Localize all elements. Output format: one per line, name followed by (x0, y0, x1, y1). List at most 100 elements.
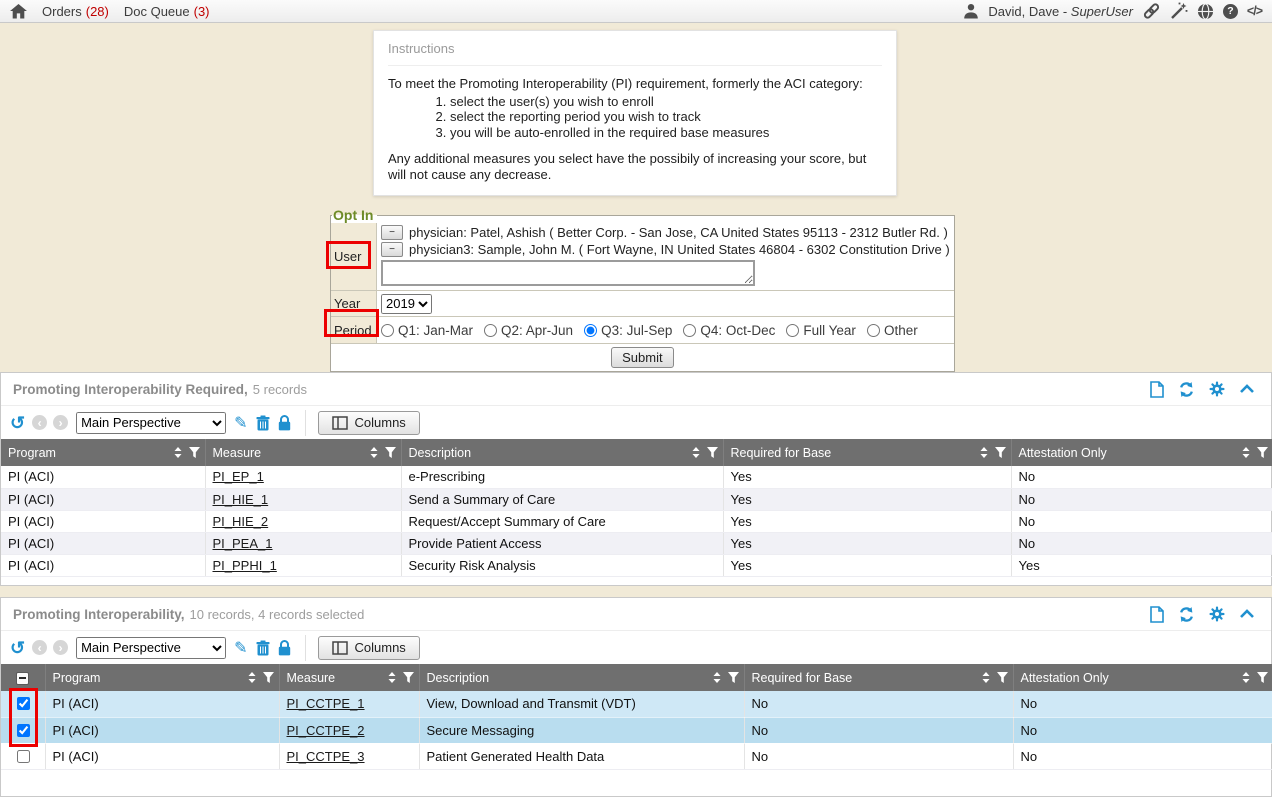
remove-user-button[interactable]: − (381, 242, 403, 257)
home-icon[interactable] (10, 4, 27, 19)
refresh-icon[interactable] (1178, 381, 1195, 398)
user-search-input[interactable] (381, 260, 755, 286)
delete-perspective-icon[interactable] (256, 415, 270, 431)
period-radio-q3[interactable] (584, 324, 597, 337)
cell-measure: PI_CCTPE_2 (279, 717, 419, 743)
panel-title: Promoting Interoperability Required, (13, 382, 248, 397)
cell-select (1, 717, 45, 743)
sort-icon[interactable] (370, 447, 378, 458)
cell-program: PI (ACI) (1, 466, 205, 488)
measure-link[interactable]: PI_HIE_2 (213, 514, 269, 529)
sort-icon[interactable] (248, 672, 256, 683)
measure-link[interactable]: PI_EP_1 (213, 469, 264, 484)
lock-perspective-icon[interactable] (278, 640, 291, 656)
new-file-icon[interactable] (1150, 606, 1164, 623)
nav-doc-queue[interactable]: Doc Queue (3) (124, 4, 210, 19)
panel-title: Promoting Interoperability, (13, 607, 185, 622)
sort-icon[interactable] (980, 447, 988, 458)
table-row[interactable]: PI (ACI)PI_HIE_1Send a Summary of CareYe… (1, 488, 1272, 510)
nav-orders[interactable]: Orders (28) (42, 4, 109, 19)
filter-icon[interactable] (385, 447, 396, 458)
remove-user-button[interactable]: − (381, 225, 403, 240)
lock-perspective-icon[interactable] (278, 415, 291, 431)
code-icon[interactable]: </> (1247, 4, 1262, 18)
refresh-icon[interactable] (1178, 606, 1195, 623)
columns-button[interactable]: Columns (318, 636, 420, 660)
table-row[interactable]: PI (ACI) PI_CCTPE_1 View, Download and T… (1, 691, 1272, 717)
perspective-select[interactable]: Main Perspective (76, 637, 226, 659)
sort-icon[interactable] (692, 447, 700, 458)
table-row[interactable]: PI (ACI) PI_CCTPE_2 Secure Messaging No … (1, 717, 1272, 743)
period-radio-q4[interactable] (683, 324, 696, 337)
sort-icon[interactable] (1242, 447, 1250, 458)
sort-icon[interactable] (713, 672, 721, 683)
sort-icon[interactable] (982, 672, 990, 683)
period-radio-q1[interactable] (381, 324, 394, 337)
filter-icon[interactable] (1257, 447, 1268, 458)
filter-icon[interactable] (995, 447, 1006, 458)
submit-button[interactable]: Submit (611, 347, 673, 368)
new-file-icon[interactable] (1150, 381, 1164, 398)
cell-required-for-base: No (744, 743, 1013, 769)
measure-link[interactable]: PI_PPHI_1 (213, 558, 277, 573)
year-select[interactable]: 2019 (381, 294, 432, 314)
next-page-icon[interactable]: › (53, 640, 68, 655)
undo-icon[interactable]: ↺ (10, 414, 25, 432)
delete-perspective-icon[interactable] (256, 640, 270, 656)
table-row[interactable]: PI (ACI)PI_EP_1e-PrescribingYesNo (1, 466, 1272, 488)
filter-icon[interactable] (707, 447, 718, 458)
cell-attestation-only: No (1011, 510, 1272, 532)
table-row[interactable]: PI (ACI)PI_PEA_1Provide Patient AccessYe… (1, 532, 1272, 554)
row-select-checkbox[interactable] (17, 697, 30, 710)
instructions-step: select the user(s) you wish to enroll (450, 94, 882, 110)
sort-icon[interactable] (174, 447, 182, 458)
table-row[interactable]: PI (ACI) PI_CCTPE_3 Patient Generated He… (1, 743, 1272, 769)
measure-link[interactable]: PI_CCTPE_1 (287, 696, 365, 711)
optional-measures-table: Program Measure Description Required for… (1, 664, 1272, 770)
gear-icon[interactable] (1209, 381, 1225, 397)
prev-page-icon[interactable]: ‹ (32, 415, 47, 430)
next-page-icon[interactable]: › (53, 415, 68, 430)
sort-icon[interactable] (1242, 672, 1250, 683)
row-select-checkbox[interactable] (17, 724, 30, 737)
filter-icon[interactable] (403, 672, 414, 683)
filter-icon[interactable] (263, 672, 274, 683)
edit-perspective-icon[interactable]: ✎ (234, 413, 247, 433)
help-icon[interactable]: ? (1223, 4, 1238, 19)
perspective-select[interactable]: Main Perspective (76, 412, 226, 434)
measure-link[interactable]: PI_PEA_1 (213, 536, 273, 551)
wand-icon[interactable] (1170, 2, 1188, 20)
period-radio-q2[interactable] (484, 324, 497, 337)
filter-icon[interactable] (189, 447, 200, 458)
filter-icon[interactable] (1257, 672, 1268, 683)
sort-icon[interactable] (388, 672, 396, 683)
link-icon[interactable] (1142, 2, 1161, 20)
cell-program: PI (ACI) (1, 510, 205, 532)
filter-icon[interactable] (997, 672, 1008, 683)
filter-icon[interactable] (728, 672, 739, 683)
gear-icon[interactable] (1209, 606, 1225, 622)
columns-icon (332, 416, 348, 430)
prev-page-icon[interactable]: ‹ (32, 640, 47, 655)
table-row[interactable]: PI (ACI)PI_PPHI_1Security Risk AnalysisY… (1, 554, 1272, 576)
undo-icon[interactable]: ↺ (10, 639, 25, 657)
period-options: Q1: Jan-Mar Q2: Apr-Jun Q3: Jul-Sep Q4: … (377, 317, 954, 343)
collapse-panel-icon[interactable] (1239, 609, 1255, 619)
globe-icon[interactable] (1197, 3, 1214, 20)
columns-button[interactable]: Columns (318, 411, 420, 435)
measure-link[interactable]: PI_CCTPE_2 (287, 723, 365, 738)
period-radio-other[interactable] (867, 324, 880, 337)
table-row[interactable]: PI (ACI)PI_HIE_2Request/Accept Summary o… (1, 510, 1272, 532)
period-radio-full-year[interactable] (786, 324, 799, 337)
collapse-panel-icon[interactable] (1239, 384, 1255, 394)
edit-perspective-icon[interactable]: ✎ (234, 638, 247, 658)
enrolled-user: − physician3: Sample, John M. ( Fort Way… (381, 241, 950, 258)
measure-link[interactable]: PI_CCTPE_3 (287, 749, 365, 764)
cell-measure: PI_EP_1 (205, 466, 401, 488)
select-all-checkbox[interactable] (16, 672, 29, 685)
current-user[interactable]: David, Dave - SuperUser (988, 4, 1133, 19)
doc-queue-label: Doc Queue (124, 4, 190, 19)
cell-description: Send a Summary of Care (401, 488, 723, 510)
measure-link[interactable]: PI_HIE_1 (213, 492, 269, 507)
row-select-checkbox[interactable] (17, 750, 30, 763)
